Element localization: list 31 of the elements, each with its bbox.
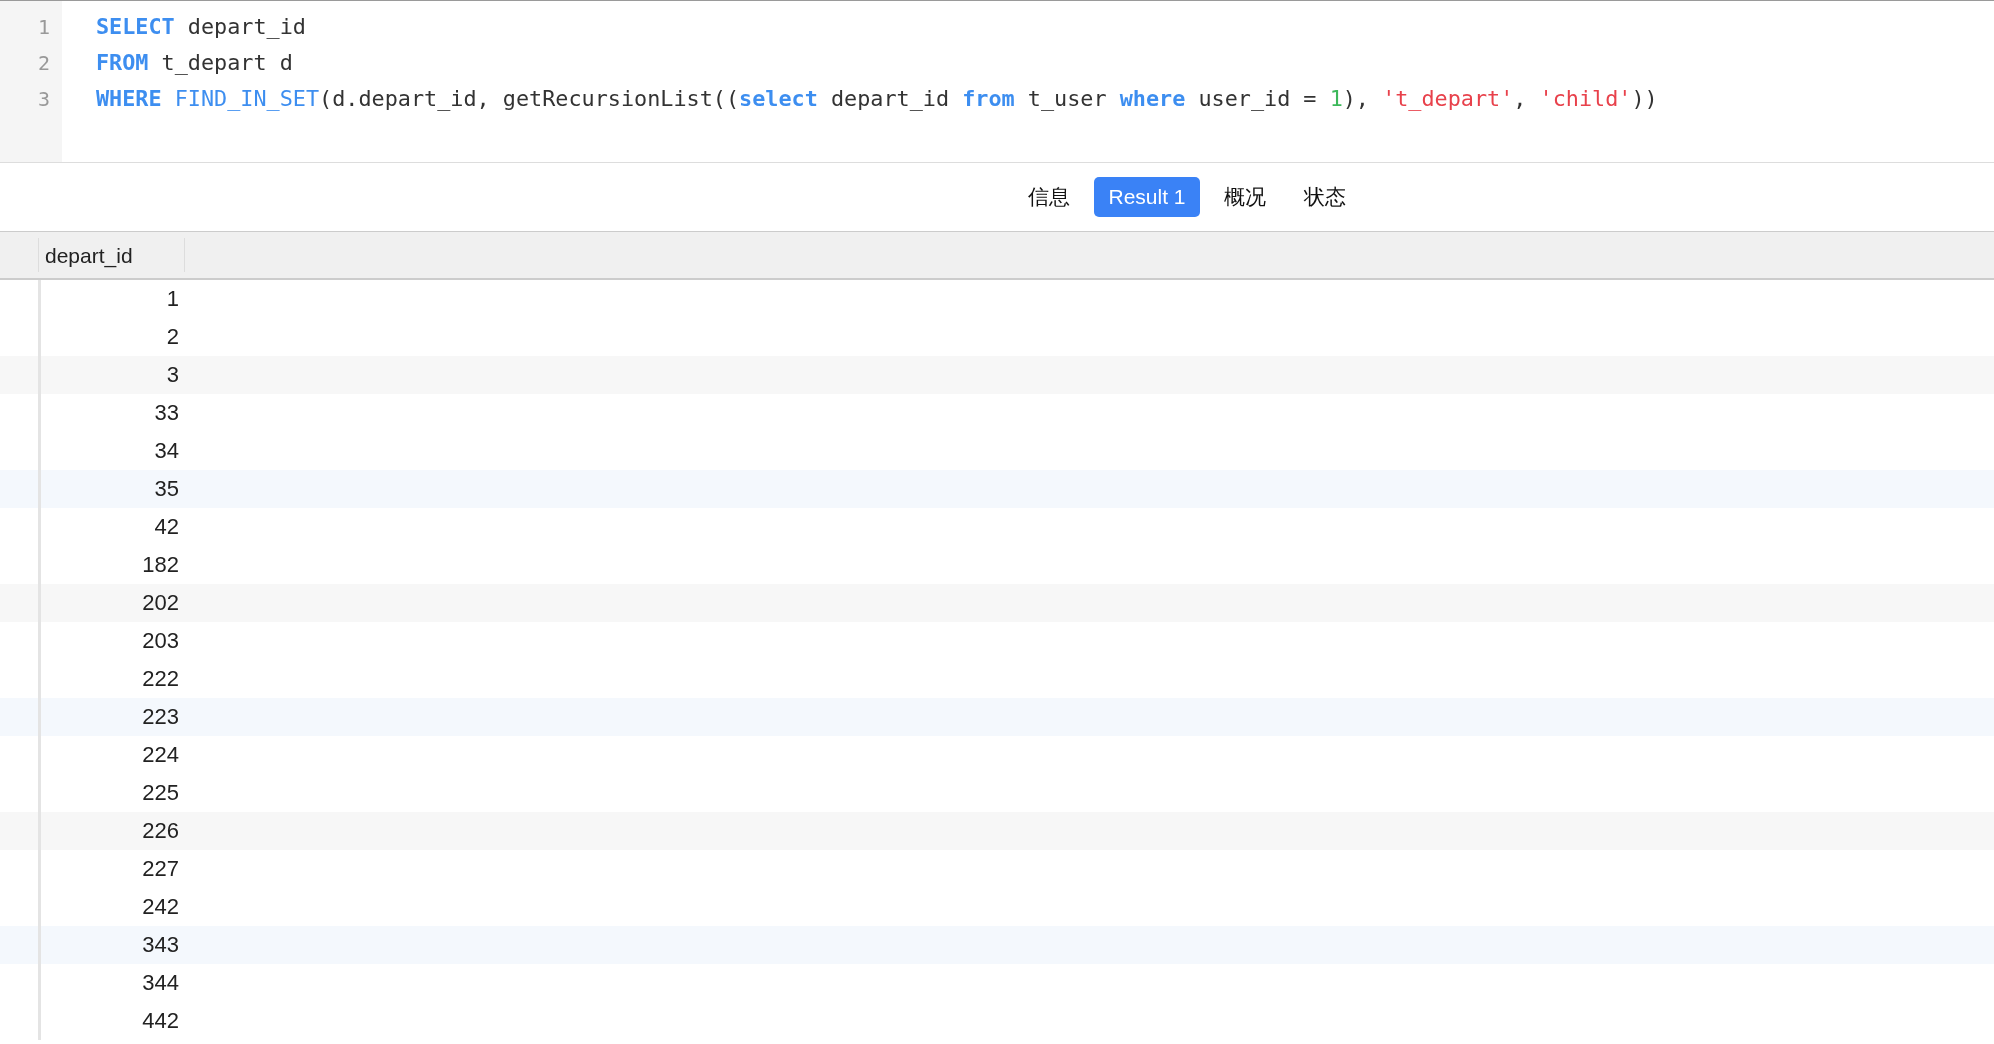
table-cell-text: 35 (153, 475, 180, 503)
table-cell-text: 224 (141, 741, 180, 769)
table-cell-text: 222 (141, 665, 180, 693)
line-number: 2 (36, 50, 51, 77)
table-cell-text: 226 (141, 817, 180, 845)
table-cell-text: 182 (141, 551, 180, 579)
code-line: SELECT depart_id (96, 13, 307, 41)
table-cell-text: 442 (141, 1007, 180, 1035)
table-cell-text: 42 (153, 513, 180, 541)
table-cell-text: 3 (165, 361, 180, 389)
table-cell-text: 202 (141, 589, 180, 617)
table-cell-text: 1 (165, 285, 180, 313)
table-cell-text: 343 (141, 931, 180, 959)
table-cell-text: 344 (141, 969, 180, 997)
table-cell-text: 33 (153, 399, 180, 427)
result-tab[interactable]: Result 1 (1094, 177, 1200, 217)
table-cell-text: 2 (165, 323, 180, 351)
code-line: WHERE FIND_IN_SET(d.depart_id, getRecursionList((select depart_id from t_user where user_id = 1), 't_depart', 'child')) (96, 85, 1658, 113)
result-tab[interactable]: 概况 (1209, 177, 1280, 217)
table-cell-text: 34 (153, 437, 180, 465)
column-header[interactable]: depart_id (38, 238, 185, 272)
code-line: FROM t_depart d (96, 49, 294, 77)
table-cell-text: 223 (141, 703, 180, 731)
result-tab[interactable]: 信息 (1014, 177, 1085, 217)
result-tab[interactable]: 状态 (1289, 177, 1360, 217)
table-cell-text: 225 (141, 779, 180, 807)
table-cell-text: 242 (141, 893, 180, 921)
line-number: 1 (36, 14, 51, 41)
line-number: 3 (36, 86, 51, 113)
table-cell-text: 203 (141, 627, 180, 655)
table-cell-text: 227 (141, 855, 180, 883)
